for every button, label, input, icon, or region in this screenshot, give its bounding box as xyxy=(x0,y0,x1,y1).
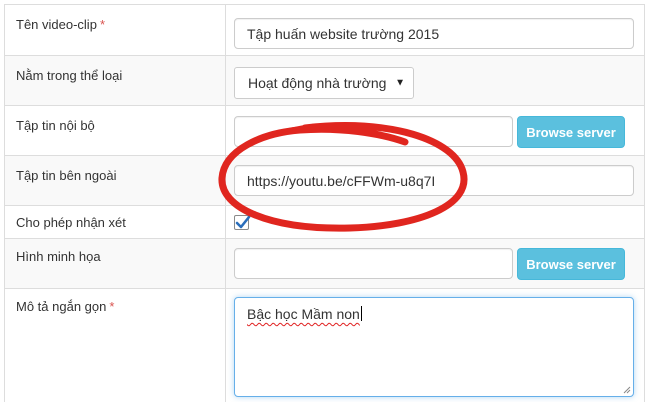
external-file-input[interactable]: https://youtu.be/cFFWm-u8q7I xyxy=(234,165,634,196)
title-label: Tên video-clip * xyxy=(16,17,105,32)
row-description: Mô tả ngắn gọn * Bậc học Mầm non xyxy=(4,288,645,402)
internal-file-label: Tập tin nội bộ xyxy=(16,118,95,133)
label-cell: Mô tả ngắn gọn * xyxy=(4,289,226,402)
row-illustration: Hình minh họa Browse server xyxy=(4,238,645,288)
label-cell: Tên video-clip * xyxy=(4,5,226,55)
row-external-file: Tập tin bên ngoài https://youtu.be/cFFWm… xyxy=(4,155,645,205)
text-cursor xyxy=(360,306,362,321)
resize-grip-icon[interactable] xyxy=(623,386,631,394)
label-cell: Tập tin bên ngoài xyxy=(4,156,226,205)
label-cell: Nằm trong thể loại xyxy=(4,56,226,105)
label-cell: Hình minh họa xyxy=(4,239,226,288)
label-cell: Tập tin nội bộ xyxy=(4,106,226,155)
required-mark: * xyxy=(109,299,115,314)
category-selected-value: Hoạt động nhà trường xyxy=(248,75,387,91)
checkmark-icon xyxy=(235,215,251,229)
description-textarea[interactable]: Bậc học Mầm non xyxy=(234,297,634,397)
label-cell: Cho phép nhận xét xyxy=(4,206,226,238)
category-select[interactable]: Hoạt động nhà trường ▼ xyxy=(234,67,414,99)
allow-comments-checkbox[interactable] xyxy=(234,215,251,230)
allow-comments-label: Cho phép nhận xét xyxy=(16,215,126,230)
chevron-down-icon: ▼ xyxy=(395,77,405,89)
video-clip-form: Tên video-clip * Tập huấn website trường … xyxy=(0,0,645,402)
row-title: Tên video-clip * Tập huấn website trường … xyxy=(4,4,645,55)
illustration-label: Hình minh họa xyxy=(16,249,101,264)
illustration-input[interactable] xyxy=(234,248,513,279)
internal-file-input[interactable] xyxy=(234,116,513,147)
browse-server-button-internal[interactable]: Browse server xyxy=(517,116,625,148)
row-category: Nằm trong thể loại Hoạt động nhà trường … xyxy=(4,55,645,105)
description-label: Mô tả ngắn gọn * xyxy=(16,299,115,314)
row-internal-file: Tập tin nội bộ Browse server xyxy=(4,105,645,155)
category-label: Nằm trong thể loại xyxy=(16,68,123,83)
description-text: Bậc học Mầm non xyxy=(247,306,360,322)
row-allow-comments: Cho phép nhận xét xyxy=(4,205,645,238)
browse-server-button-illustration[interactable]: Browse server xyxy=(517,248,625,280)
required-mark: * xyxy=(99,17,105,32)
title-input[interactable]: Tập huấn website trường 2015 xyxy=(234,18,634,49)
external-file-label: Tập tin bên ngoài xyxy=(16,168,117,183)
